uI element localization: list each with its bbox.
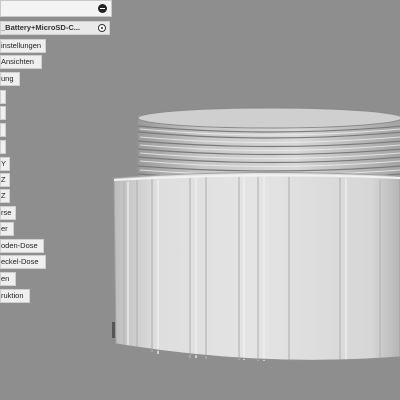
- body-edge-mark: [112, 322, 115, 338]
- model-rendering: [112, 107, 400, 362]
- browser-item[interactable]: Ansichten: [0, 55, 42, 69]
- browser-item[interactable]: Z: [0, 173, 10, 187]
- browser-item[interactable]: ruktion: [0, 289, 30, 303]
- knurled-body: [113, 171, 400, 361]
- browser-item[interactable]: [0, 123, 6, 137]
- browser-item[interactable]: instellungen: [0, 39, 46, 53]
- browser-item[interactable]: [0, 106, 6, 120]
- collapse-icon[interactable]: [98, 4, 107, 13]
- browser-item[interactable]: rse: [0, 206, 16, 220]
- browser-item[interactable]: eckel-Dose: [0, 255, 46, 269]
- browser-item[interactable]: en: [0, 272, 16, 286]
- browser-item[interactable]: oden-Dose: [0, 239, 44, 253]
- browser-item[interactable]: [0, 90, 6, 104]
- active-radio-icon[interactable]: [98, 24, 106, 32]
- browser-item[interactable]: ung: [0, 72, 20, 86]
- browser-root-label: _Battery+MicroSD-C...: [1, 23, 80, 32]
- browser-item[interactable]: [0, 140, 6, 154]
- browser-item[interactable]: er: [0, 222, 14, 236]
- graphics-viewport[interactable]: _Battery+MicroSD-C... instellungen Ansic…: [0, 0, 400, 400]
- browser-item[interactable]: Y: [0, 157, 10, 171]
- browser-root-item[interactable]: _Battery+MicroSD-C...: [0, 21, 110, 35]
- browser-panel-header: [0, 0, 112, 17]
- browser-item[interactable]: Z: [0, 189, 10, 203]
